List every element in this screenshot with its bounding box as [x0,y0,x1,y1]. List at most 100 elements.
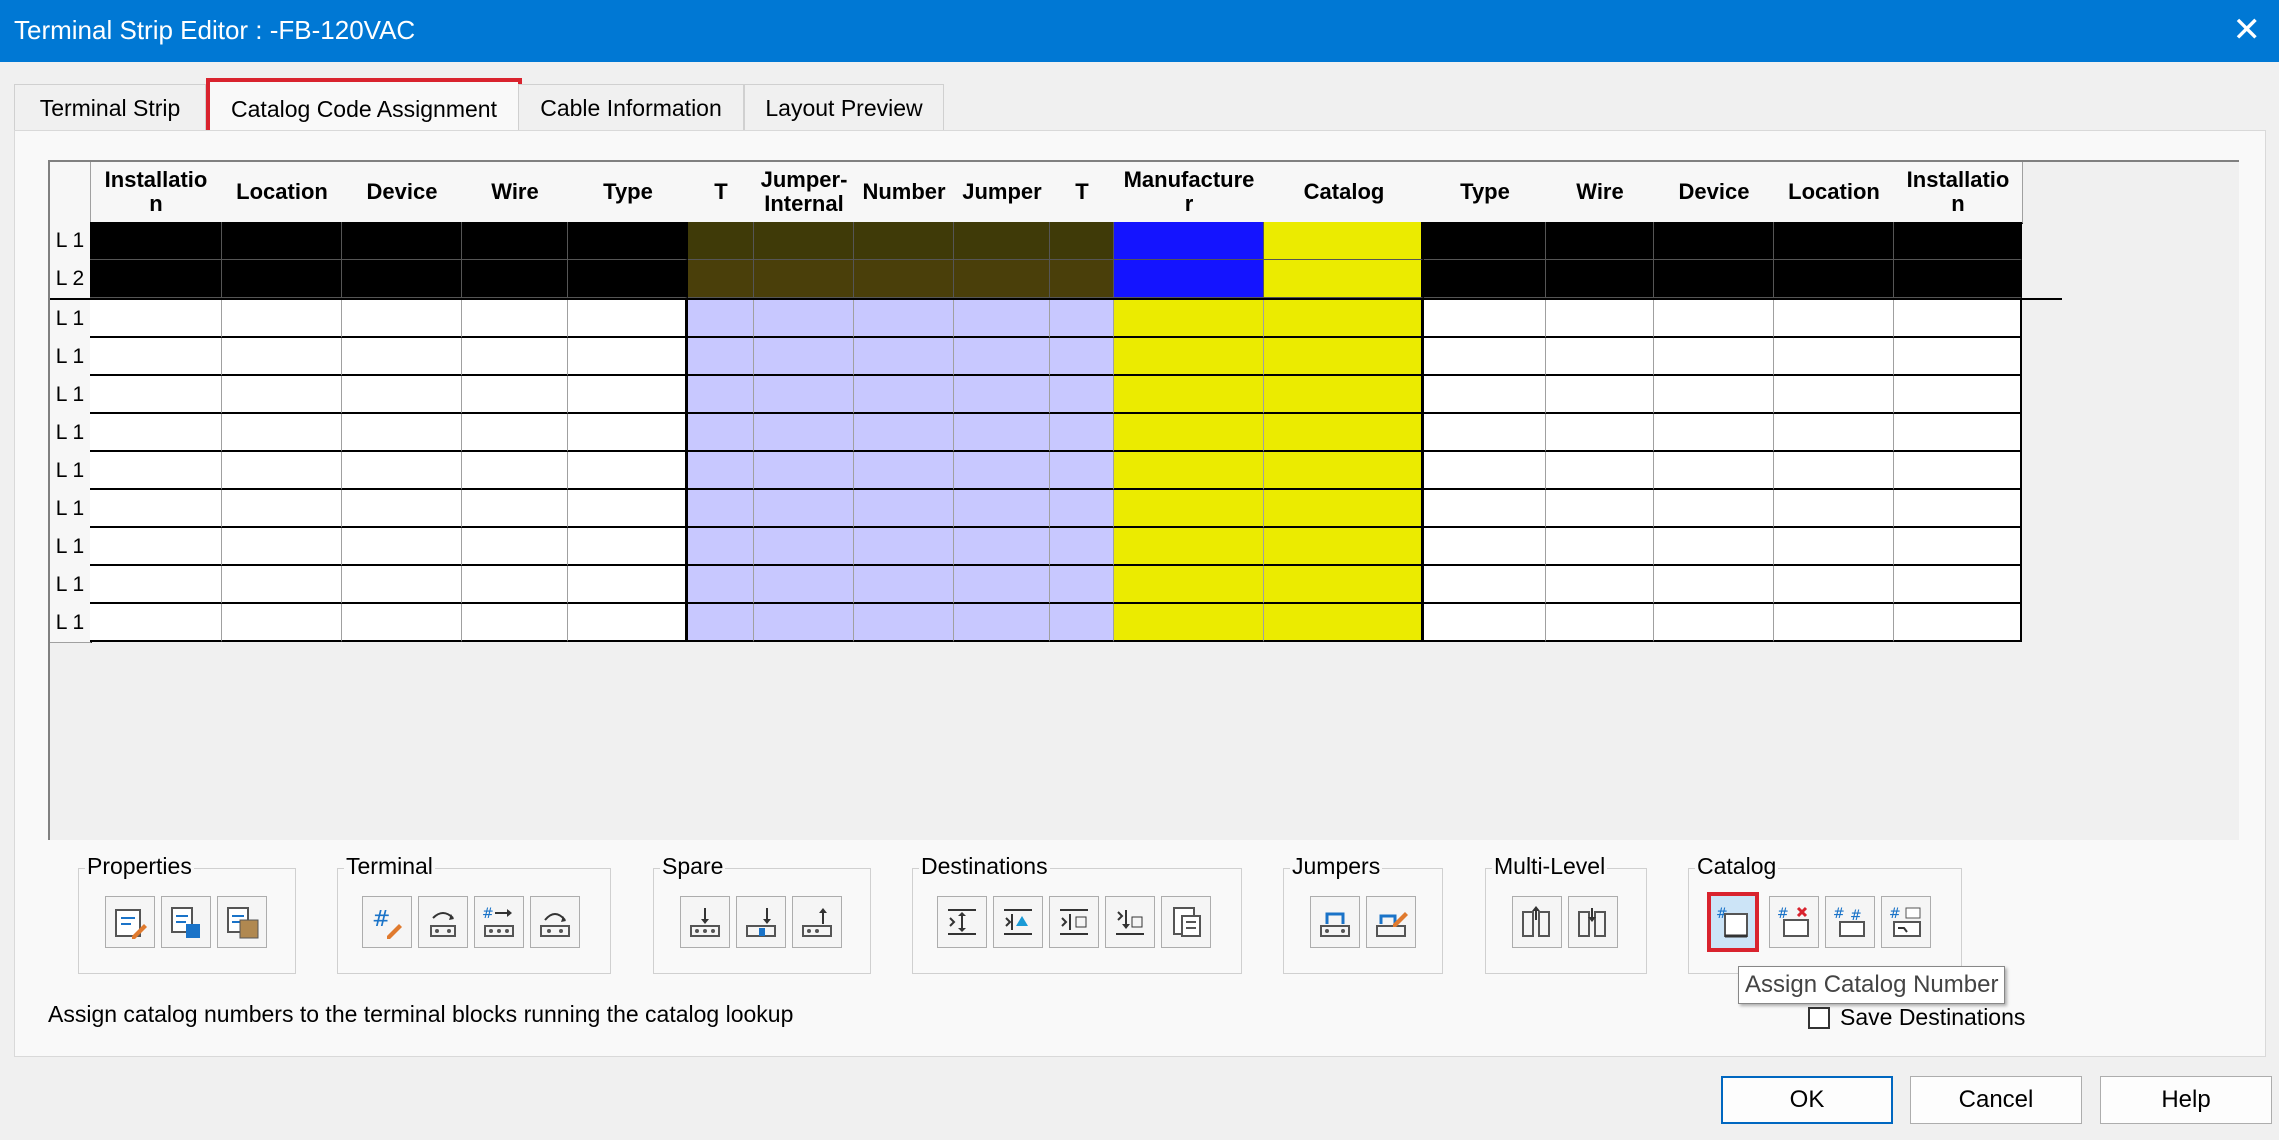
grid-cell[interactable] [754,338,854,376]
grid-cell[interactable] [222,528,342,566]
grid-cell[interactable] [688,528,754,566]
grid-cell[interactable] [342,490,462,528]
grid-cell[interactable] [1050,260,1114,298]
grid-cell[interactable] [568,452,688,490]
grid-cell[interactable] [1546,490,1654,528]
grid-cell[interactable] [854,414,954,452]
grid-cell[interactable] [754,222,854,260]
grid-cell[interactable] [1264,528,1424,566]
grid-cell[interactable] [1264,260,1424,298]
grid-cell[interactable] [1894,528,2022,566]
grid-cell[interactable] [688,260,754,298]
grid-cell[interactable] [1774,300,1894,338]
grid-cell[interactable] [754,260,854,298]
grid-cell[interactable] [754,300,854,338]
grid-cell[interactable] [1654,338,1774,376]
grid-cell[interactable] [1654,604,1774,642]
copy-catalog-button[interactable]: # # [1825,896,1875,948]
add-jumper-button[interactable] [1310,896,1360,948]
grid-cell[interactable] [754,414,854,452]
grid-cell[interactable] [1050,528,1114,566]
grid-cell[interactable] [1546,452,1654,490]
grid-cell[interactable] [854,604,954,642]
grid-cell[interactable] [462,376,568,414]
grid-cell[interactable] [688,376,754,414]
column-header[interactable]: Catalog [1264,162,1427,224]
grid-cell[interactable] [1774,604,1894,642]
grid-cell[interactable] [222,604,342,642]
grid-cell[interactable] [754,604,854,642]
grid-cell[interactable] [1264,300,1424,338]
grid-cell[interactable] [222,222,342,260]
grid-cell[interactable] [1264,604,1424,642]
grid-cell[interactable] [1114,414,1264,452]
grid-cell[interactable] [1264,452,1424,490]
grid-cell[interactable] [342,566,462,604]
grid-cell[interactable] [568,566,688,604]
grid-cell[interactable] [568,260,688,298]
move-destination-up-button[interactable] [993,896,1043,948]
grid-cell[interactable] [1774,566,1894,604]
grid-cell[interactable] [1114,566,1264,604]
grid-cell[interactable] [1114,490,1264,528]
grid-cell[interactable] [1546,338,1654,376]
column-header[interactable]: Number [854,162,955,224]
grid-cell[interactable] [222,490,342,528]
grid-cell[interactable] [854,566,954,604]
column-header[interactable]: Device [1654,162,1775,224]
assign-catalog-button[interactable]: # [1707,892,1759,952]
tab-terminal-strip[interactable]: Terminal Strip [14,84,206,131]
column-header[interactable]: Location [222,162,343,224]
insert-spare-below-button[interactable] [736,896,786,948]
renumber-terminal-button[interactable]: # [474,896,524,948]
grid-cell[interactable] [954,566,1050,604]
grid-cell[interactable] [1774,376,1894,414]
swap-destinations-button[interactable] [1049,896,1099,948]
grid-cell[interactable] [1114,300,1264,338]
grid-cell[interactable] [568,414,688,452]
ok-button[interactable]: OK [1721,1076,1893,1124]
grid-cell[interactable] [342,222,462,260]
column-header[interactable]: Location [1774,162,1895,224]
row-header[interactable]: L 1 [50,222,92,261]
grid-cell[interactable] [1050,490,1114,528]
grid-cell[interactable] [1654,566,1774,604]
grid-cell[interactable] [342,604,462,642]
grid-cell[interactable] [222,260,342,298]
grid-cell[interactable] [1546,528,1654,566]
grid-cell[interactable] [1894,222,2022,260]
grid-cell[interactable] [1050,566,1114,604]
grid-cell[interactable] [222,300,342,338]
grid-cell[interactable] [222,414,342,452]
grid-cell[interactable] [1424,566,1546,604]
grid-cell[interactable] [1774,490,1894,528]
grid-cell[interactable] [1774,528,1894,566]
multi-level-right-button[interactable] [1568,896,1618,948]
grid-cell[interactable] [1264,490,1424,528]
grid-cell[interactable] [854,528,954,566]
grid-cell[interactable] [1424,376,1546,414]
row-header[interactable]: L 1 [50,452,92,491]
grid-cell[interactable] [1894,490,2022,528]
cancel-button[interactable]: Cancel [1910,1076,2082,1124]
grid-cell[interactable] [854,452,954,490]
grid-cell[interactable] [462,222,568,260]
grid-cell[interactable] [954,528,1050,566]
insert-spare-button[interactable] [680,896,730,948]
grid-cell[interactable] [1424,528,1546,566]
grid-cell[interactable] [342,528,462,566]
grid-cell[interactable] [954,376,1050,414]
grid-cell[interactable] [1546,222,1654,260]
grid-cell[interactable] [1894,452,2022,490]
grid-cell[interactable] [754,452,854,490]
grid-cell[interactable] [1264,414,1424,452]
grid-cell[interactable] [1424,490,1546,528]
grid-cell[interactable] [754,566,854,604]
grid-cell[interactable] [462,490,568,528]
grid-cell[interactable] [1894,300,2022,338]
flip-destinations-button[interactable] [937,896,987,948]
grid-cell[interactable] [1774,222,1894,260]
grid-cell[interactable] [1114,376,1264,414]
move-terminal-button[interactable] [418,896,468,948]
grid-cell[interactable] [90,528,222,566]
